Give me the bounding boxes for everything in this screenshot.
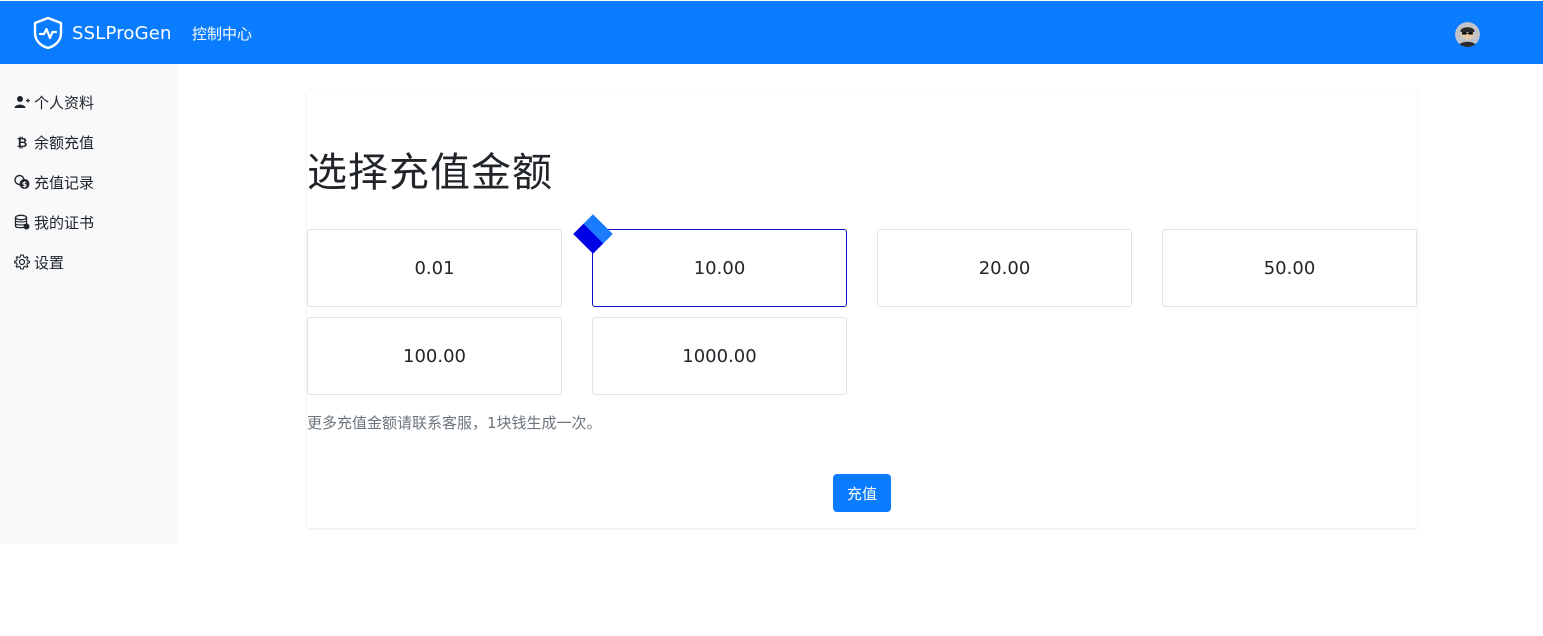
amount-option[interactable]: 20.00: [877, 229, 1132, 307]
top-navbar: SSLProGen 控制中心: [0, 1, 1543, 64]
sidebar-item-label: 我的证书: [34, 213, 95, 232]
sidebar-item-certificates[interactable]: 我的证书: [14, 210, 94, 234]
sidebar-item-label: 设置: [34, 253, 65, 272]
brand-link[interactable]: SSLProGen: [32, 16, 172, 50]
recharge-submit-button[interactable]: 充值: [833, 474, 891, 512]
sidebar-item-label: 个人资料: [34, 93, 95, 112]
page-title: 选择充值金额: [307, 150, 553, 196]
coins-icon: $: [14, 174, 30, 190]
bitcoin-icon: ₿: [14, 134, 30, 150]
amount-option[interactable]: 1000.00: [592, 317, 847, 395]
nav-link-control-center[interactable]: 控制中心: [192, 23, 252, 44]
gear-icon: [14, 254, 30, 270]
amount-option[interactable]: 50.00: [1162, 229, 1417, 307]
sidebar-item-profile[interactable]: 个人资料: [14, 90, 94, 114]
sidebar-item-recharge-history[interactable]: $ 充值记录: [14, 170, 94, 194]
user-avatar[interactable]: [1455, 22, 1480, 47]
sidebar-item-settings[interactable]: 设置: [14, 250, 64, 274]
svg-text:$: $: [22, 180, 27, 189]
shield-logo-icon: [33, 16, 63, 50]
brand-name: SSLProGen: [72, 22, 172, 44]
sidebar-item-recharge[interactable]: ₿ 余额充值: [14, 130, 94, 154]
svg-text:₿: ₿: [17, 136, 28, 150]
amount-option[interactable]: 100.00: [307, 317, 562, 395]
sidebar: 个人资料 ₿ 余额充值 $ 充值记录 我的证书 设置: [0, 64, 178, 544]
amount-option-selected[interactable]: 10.00: [592, 229, 847, 307]
recharge-hint: 更多充值金额请联系客服，1块钱生成一次。: [307, 414, 602, 432]
avatar-icon: [1455, 22, 1480, 47]
amount-option[interactable]: 0.01: [307, 229, 562, 307]
user-plus-icon: [14, 94, 30, 110]
sidebar-item-label: 余额充值: [34, 133, 95, 152]
database-icon: [14, 214, 30, 230]
sidebar-item-label: 充值记录: [34, 173, 95, 192]
